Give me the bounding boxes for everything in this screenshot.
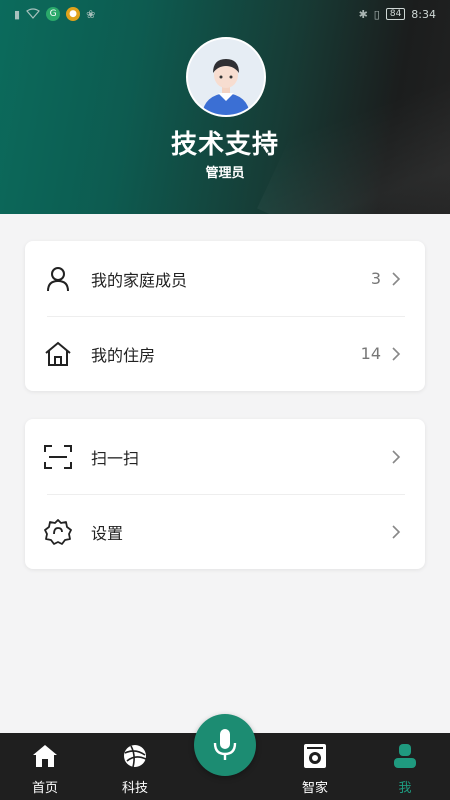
tab-me[interactable]: 我 <box>360 733 450 800</box>
profile-name: 技术支持 <box>170 130 279 160</box>
menu-item-label: 扫一扫 <box>91 448 140 468</box>
menu-item-label: 我的住房 <box>91 345 156 365</box>
avatar-icon <box>188 39 264 115</box>
chevron-right-icon <box>391 346 403 361</box>
tab-home[interactable]: 首页 <box>0 733 90 800</box>
menu-item-scan[interactable]: 扫一扫 <box>25 419 425 494</box>
scan-icon <box>43 442 73 472</box>
person-icon <box>43 264 73 294</box>
chevron-right-icon <box>391 524 403 539</box>
sim-icon: ▮ <box>14 7 21 21</box>
menu-item-my-houses[interactable]: 我的住房 14 <box>25 316 425 391</box>
tools-menu-card: 扫一扫 设置 <box>25 419 425 569</box>
wifi-icon <box>26 7 40 21</box>
menu-item-label: 设置 <box>91 523 124 543</box>
voice-button[interactable] <box>194 714 256 776</box>
menu-item-label: 我的家庭成员 <box>91 270 188 290</box>
profile-header: ▮ G ● ❀ ✱ ▯ 84 8:34 技术支持 管理员 <box>0 0 450 214</box>
home-icon <box>43 339 73 369</box>
status-right: ✱ ▯ 84 8:34 <box>359 8 436 21</box>
app-badge-icon: G <box>46 7 61 21</box>
status-bar: ▮ G ● ❀ ✱ ▯ 84 8:34 <box>0 0 450 28</box>
menu-item-settings[interactable]: 设置 <box>25 494 425 569</box>
tab-label: 智家 <box>301 781 328 796</box>
user-icon <box>393 743 417 769</box>
tab-tech[interactable]: 科技 <box>90 733 180 800</box>
bluetooth-icon: ✱ <box>358 7 368 21</box>
status-left: ▮ G ● ❀ <box>14 7 95 21</box>
settings-icon <box>43 517 73 547</box>
microphone-icon <box>213 729 237 760</box>
chevron-right-icon <box>391 449 403 464</box>
chevron-right-icon <box>391 271 403 286</box>
family-members-count: 3 <box>370 269 381 288</box>
coin-badge-icon: ● <box>66 7 81 21</box>
vibrate-icon: ▯ <box>373 7 380 21</box>
battery-icon: 84 <box>385 8 406 20</box>
tab-smart-home[interactable]: 智家 <box>270 733 360 800</box>
avatar[interactable] <box>186 37 266 117</box>
status-time: 8:34 <box>411 7 436 21</box>
home-icon <box>32 743 58 769</box>
tab-label: 我 <box>398 781 412 796</box>
family-menu-card: 我的家庭成员 3 我的住房 14 <box>25 241 425 391</box>
globe-icon <box>122 743 148 769</box>
menu-item-family-members[interactable]: 我的家庭成员 3 <box>25 241 425 316</box>
paw-icon: ❀ <box>86 7 96 21</box>
profile-role: 管理员 <box>205 166 245 181</box>
tab-label: 首页 <box>31 781 58 796</box>
my-houses-count: 14 <box>360 344 381 363</box>
tab-label: 科技 <box>121 781 148 796</box>
washer-icon <box>303 743 327 769</box>
